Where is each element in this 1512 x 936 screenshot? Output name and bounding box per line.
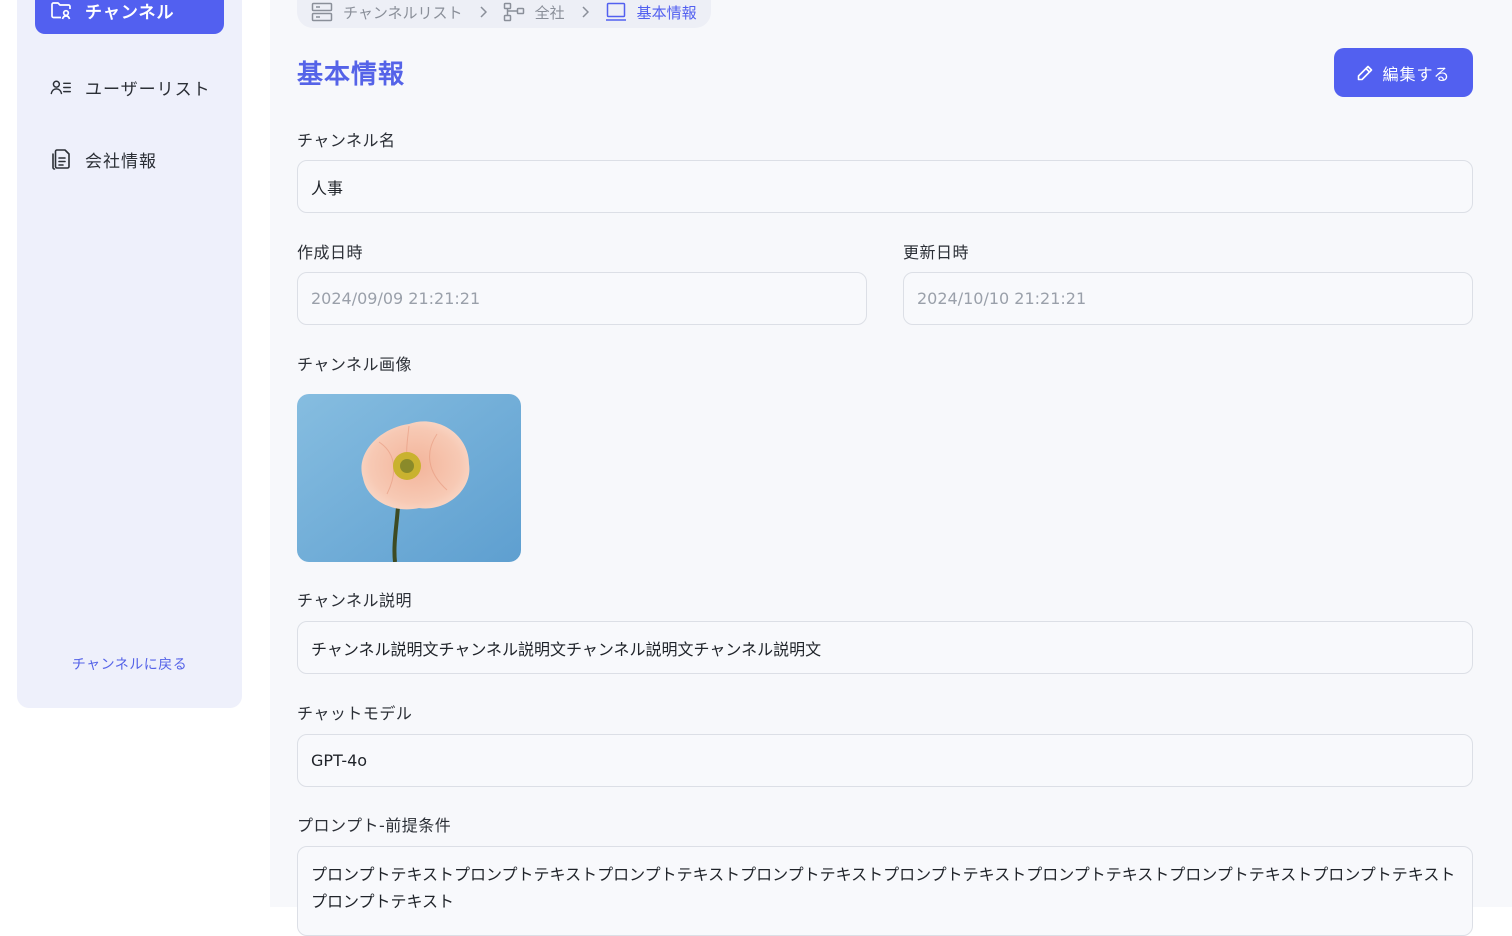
chat-model-field[interactable]: GPT-4o (297, 734, 1473, 787)
chat-model-label: チャットモデル (297, 704, 413, 723)
sidebar-item-channel[interactable]: チャンネル (35, 0, 224, 34)
sidebar-item-user-list[interactable]: ユーザーリスト (35, 63, 224, 111)
breadcrumb-label: 基本情報 (636, 3, 697, 22)
hierarchy-icon (503, 2, 525, 22)
channel-image[interactable] (297, 394, 521, 562)
channel-image-label: チャンネル画像 (297, 355, 413, 374)
updated-at-label: 更新日時 (903, 243, 970, 262)
main-content: チャンネルリスト 全社 基本情報 基本情報 編集する チャンネル名 人事 作成日… (270, 0, 1512, 936)
breadcrumb-label: 全社 (534, 3, 565, 22)
edit-button[interactable]: 編集する (1334, 48, 1473, 97)
breadcrumb-label: チャンネルリスト (343, 3, 463, 22)
document-icon (49, 147, 73, 171)
prompt-field[interactable]: プロンプトテキストプロンプトテキストプロンプトテキストプロンプトテキストプロンプ… (297, 846, 1473, 936)
breadcrumb: チャンネルリスト 全社 基本情報 (297, 0, 711, 28)
sidebar-item-label: チャンネル (85, 2, 175, 23)
page-title: 基本情報 (297, 60, 406, 90)
channel-name-field[interactable]: 人事 (297, 160, 1473, 213)
folder-user-icon (49, 0, 73, 22)
list-icon (311, 2, 333, 22)
channel-description-label: チャンネル説明 (297, 591, 413, 610)
channel-name-label: チャンネル名 (297, 131, 396, 150)
flower-image (297, 394, 521, 562)
created-at-field[interactable]: 2024/09/09 21:21:21 (297, 272, 867, 325)
breadcrumb-item-basic-info: 基本情報 (605, 2, 697, 23)
monitor-icon (605, 2, 627, 22)
sidebar-item-label: 会社情報 (85, 151, 157, 172)
sidebar: チャンネル ユーザーリスト 会社情報 チャンネルに戻る (17, 0, 242, 708)
breadcrumb-item-company[interactable]: 全社 (503, 2, 565, 23)
updated-at-field[interactable]: 2024/10/10 21:21:21 (903, 272, 1473, 325)
user-list-icon (49, 75, 73, 99)
breadcrumb-item-channel-list[interactable]: チャンネルリスト (311, 2, 463, 23)
pencil-icon (1356, 64, 1374, 82)
chevron-right-icon (479, 6, 487, 18)
sidebar-item-company-info[interactable]: 会社情報 (35, 135, 224, 183)
chevron-right-icon (581, 6, 589, 18)
edit-button-label: 編集する (1382, 64, 1451, 84)
back-to-channel-link[interactable]: チャンネルに戻る (17, 654, 242, 674)
channel-description-field[interactable]: チャンネル説明文チャンネル説明文チャンネル説明文チャンネル説明文 (297, 621, 1473, 674)
sidebar-item-label: ユーザーリスト (85, 79, 211, 100)
prompt-label: プロンプト-前提条件 (297, 816, 452, 835)
created-at-label: 作成日時 (297, 243, 364, 262)
